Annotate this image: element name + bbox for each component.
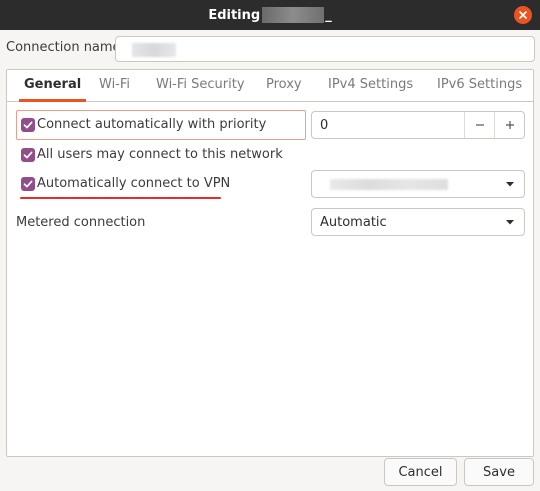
tab-ipv4-settings[interactable]: IPv4 Settings [328,70,413,101]
priority-decrease-button[interactable] [464,112,494,138]
check-icon [23,180,33,188]
window-title-text: Editing [208,7,261,23]
close-button[interactable] [514,6,532,24]
window-title-suffix: _ [325,7,332,23]
connection-name-input[interactable] [115,36,535,62]
auto-vpn-checkbox[interactable] [21,177,35,191]
connection-name-label: Connection name [6,40,121,55]
tab-wifi-security[interactable]: Wi-Fi Security [156,70,245,101]
tab-general[interactable]: General [18,70,87,102]
redacted-connection-name-value [132,43,176,57]
highlight-underline [20,197,221,199]
auto-connect-checkbox[interactable] [21,118,35,132]
all-users-label: All users may connect to this network [37,147,283,162]
priority-spinbutton[interactable]: 0 [311,111,525,139]
check-icon [23,121,33,129]
redacted-connection-name [262,7,325,23]
save-button[interactable]: Save [464,458,534,486]
metered-dropdown[interactable]: Automatic [311,208,525,236]
tab-proxy[interactable]: Proxy [266,70,302,101]
vpn-dropdown[interactable] [311,170,525,198]
tab-wifi[interactable]: Wi-Fi [99,70,130,101]
auto-connect-label: Connect automatically with priority [37,117,267,132]
cancel-button[interactable]: Cancel [384,458,457,486]
check-icon [23,151,33,159]
window-title: Editing _ [0,0,540,30]
chevron-down-icon [506,220,514,225]
close-icon [519,11,527,19]
auto-vpn-label: Automatically connect to VPN [37,176,231,191]
titlebar: Editing _ [0,0,540,30]
all-users-checkbox[interactable] [21,148,35,162]
priority-increase-button[interactable] [494,112,524,138]
plus-icon [505,121,514,129]
connection-name-row: Connection name [6,36,535,62]
metered-label: Metered connection [16,215,146,230]
tab-ipv6-settings[interactable]: IPv6 Settings [437,70,522,101]
chevron-down-icon [506,182,514,187]
tab-bar: General Wi-Fi Wi-Fi Security Proxy IPv4 … [7,70,533,102]
minus-icon [475,124,484,126]
metered-value: Automatic [320,215,387,230]
priority-value[interactable]: 0 [320,118,328,133]
redacted-vpn-name [330,179,448,190]
